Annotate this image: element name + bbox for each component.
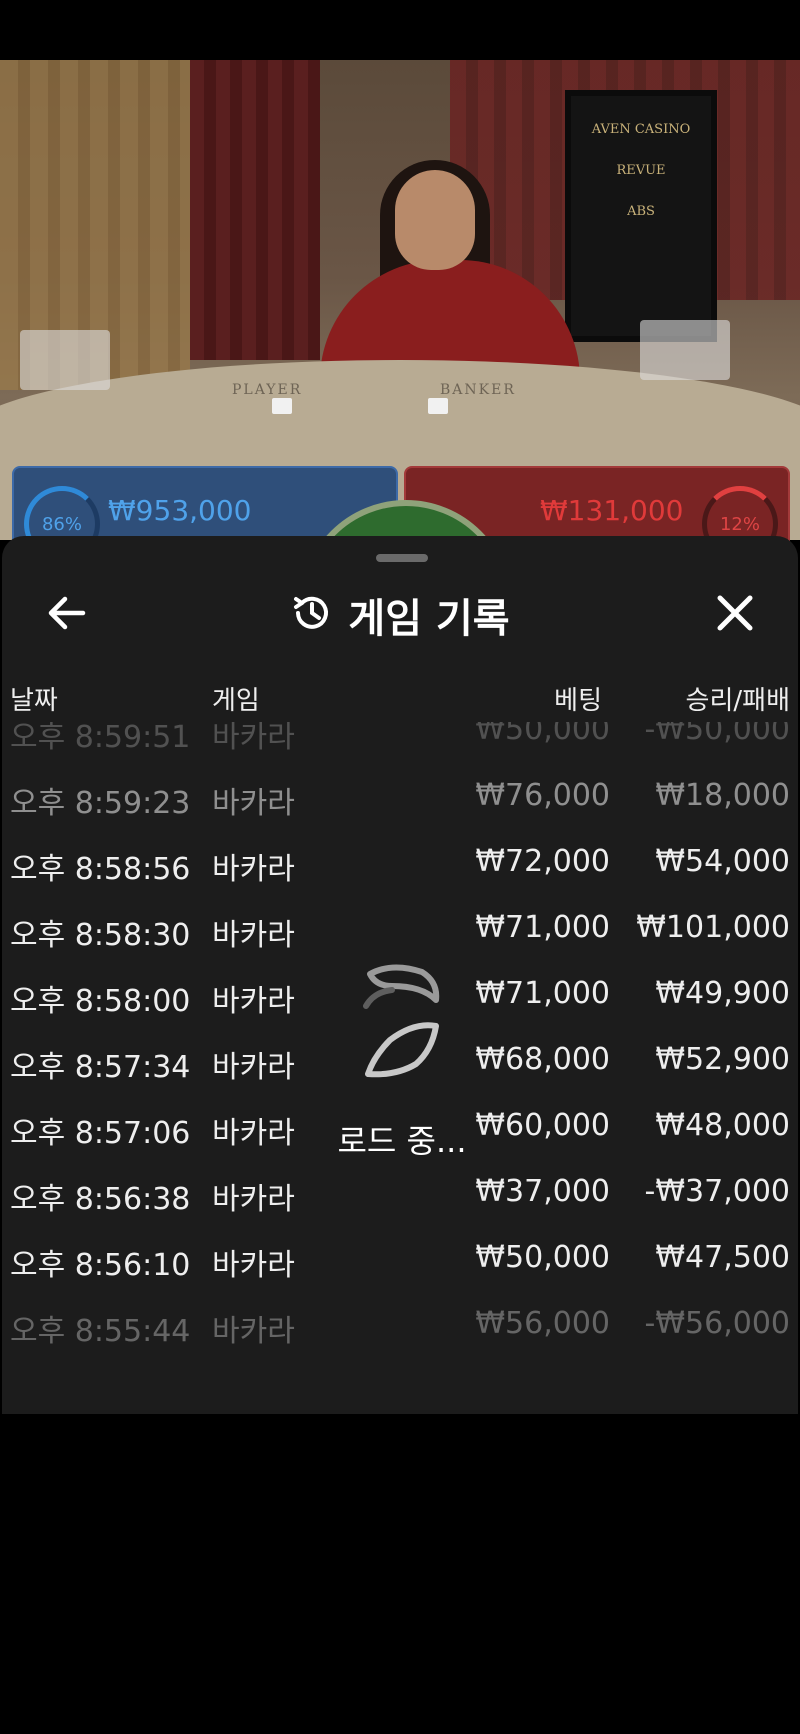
- history-row-time: 오후 8:55:44: [10, 1314, 191, 1349]
- history-row[interactable]: 오후 8:55:44 바카라 ₩56,000 -₩56,000: [2, 1292, 798, 1358]
- history-row-bet: ₩60,000: [475, 1108, 610, 1143]
- history-row-game: 바카라: [212, 786, 295, 821]
- spinner-icon: [352, 956, 452, 1100]
- column-header-winloss[interactable]: 승리/패배: [686, 680, 790, 717]
- sponsor-logo: AVEN CASINO: [591, 122, 691, 137]
- drag-handle[interactable]: [376, 554, 428, 562]
- sponsor-logo: REVUE: [616, 163, 666, 178]
- history-row-time: 오후 8:56:10: [10, 1248, 191, 1283]
- arrow-left-icon: [47, 595, 87, 635]
- history-row-game: 바카라: [212, 1182, 295, 1217]
- column-header-game[interactable]: 게임: [212, 680, 260, 717]
- history-row-bet: ₩71,000: [475, 910, 610, 945]
- history-row[interactable]: 오후 8:59:51 바카라 ₩50,000 -₩50,000: [2, 722, 798, 764]
- history-row-winloss: ₩49,900: [655, 976, 790, 1011]
- history-row-winloss: -₩37,000: [644, 1174, 790, 1209]
- history-row-game: 바카라: [212, 722, 295, 755]
- history-row-winloss: ₩48,000: [655, 1108, 790, 1143]
- card-shoe: [20, 330, 110, 390]
- history-row-bet: ₩71,000: [475, 976, 610, 1011]
- history-row[interactable]: 오후 8:58:56 바카라 ₩72,000 ₩54,000: [2, 830, 798, 896]
- history-row-game: 바카라: [212, 984, 295, 1019]
- history-row[interactable]: 오후 8:56:10 바카라 ₩50,000 ₩47,500: [2, 1226, 798, 1292]
- history-row-bet: ₩50,000: [475, 722, 610, 747]
- history-row[interactable]: 오후 8:59:23 바카라 ₩76,000 ₩18,000: [2, 764, 798, 830]
- history-row-time: 오후 8:59:51: [10, 722, 191, 755]
- history-row-time: 오후 8:58:30: [10, 918, 191, 953]
- history-row-bet: ₩50,000: [475, 1240, 610, 1275]
- history-icon: [290, 591, 334, 639]
- column-header-bet[interactable]: 베팅: [554, 680, 602, 717]
- history-row-bet: ₩68,000: [475, 1042, 610, 1077]
- history-row-bet: ₩37,000: [475, 1174, 610, 1209]
- sponsor-logo: ABS: [627, 204, 655, 219]
- column-header-date[interactable]: 날짜: [10, 680, 58, 717]
- history-row-game: 바카라: [212, 852, 295, 887]
- close-icon: [716, 594, 754, 636]
- history-row-game: 바카라: [212, 1116, 295, 1151]
- background-curtain: [190, 60, 320, 360]
- history-row-winloss: ₩47,500: [655, 1240, 790, 1275]
- history-row-game: 바카라: [212, 1314, 295, 1349]
- history-row-winloss: -₩56,000: [644, 1306, 790, 1341]
- table-label-banker: BANKER: [440, 382, 516, 398]
- history-row-game: 바카라: [212, 918, 295, 953]
- game-history-sheet: 게임 기록 날짜 게임 베팅 승리/패배 오후 8:59:51 바카라 ₩50,00…: [2, 536, 798, 1414]
- loading-indicator: 로드 중...: [322, 956, 482, 1176]
- close-button[interactable]: [710, 590, 760, 640]
- player-bet-amount: ₩953,000: [108, 494, 252, 527]
- history-row-time: 오후 8:57:34: [10, 1050, 191, 1085]
- playing-card: [272, 398, 292, 414]
- history-row-bet: ₩56,000: [475, 1306, 610, 1341]
- banker-bet-amount: ₩131,000: [540, 494, 684, 527]
- dealer: [395, 170, 475, 270]
- history-row-time: 오후 8:57:06: [10, 1116, 191, 1151]
- history-row-bet: ₩76,000: [475, 778, 610, 813]
- title-group: 게임 기록: [2, 580, 798, 650]
- sheet-title: 게임 기록: [348, 596, 510, 642]
- playing-card: [428, 398, 448, 414]
- back-button[interactable]: [42, 590, 92, 640]
- history-row-time: 오후 8:58:56: [10, 852, 191, 887]
- history-row-winloss: ₩52,900: [655, 1042, 790, 1077]
- history-row-bet: ₩72,000: [475, 844, 610, 879]
- loading-text: 로드 중...: [337, 1122, 467, 1160]
- history-row-game: 바카라: [212, 1050, 295, 1085]
- sponsor-screen: AVEN CASINO REVUE ABS: [565, 90, 717, 342]
- history-row-winloss: ₩18,000: [655, 778, 790, 813]
- history-row-time: 오후 8:56:38: [10, 1182, 191, 1217]
- history-row-game: 바카라: [212, 1248, 295, 1283]
- history-row-winloss: ₩101,000: [636, 910, 790, 945]
- card-shoe: [640, 320, 730, 380]
- sheet-header: 게임 기록: [2, 580, 798, 650]
- history-row-winloss: ₩54,000: [655, 844, 790, 879]
- history-row-winloss: -₩50,000: [644, 722, 790, 747]
- history-row-time: 오후 8:58:00: [10, 984, 191, 1019]
- table-label-player: PLAYER: [232, 382, 303, 398]
- history-row-time: 오후 8:59:23: [10, 786, 191, 821]
- history-row[interactable]: 오후 8:58:30 바카라 ₩71,000 ₩101,000: [2, 896, 798, 962]
